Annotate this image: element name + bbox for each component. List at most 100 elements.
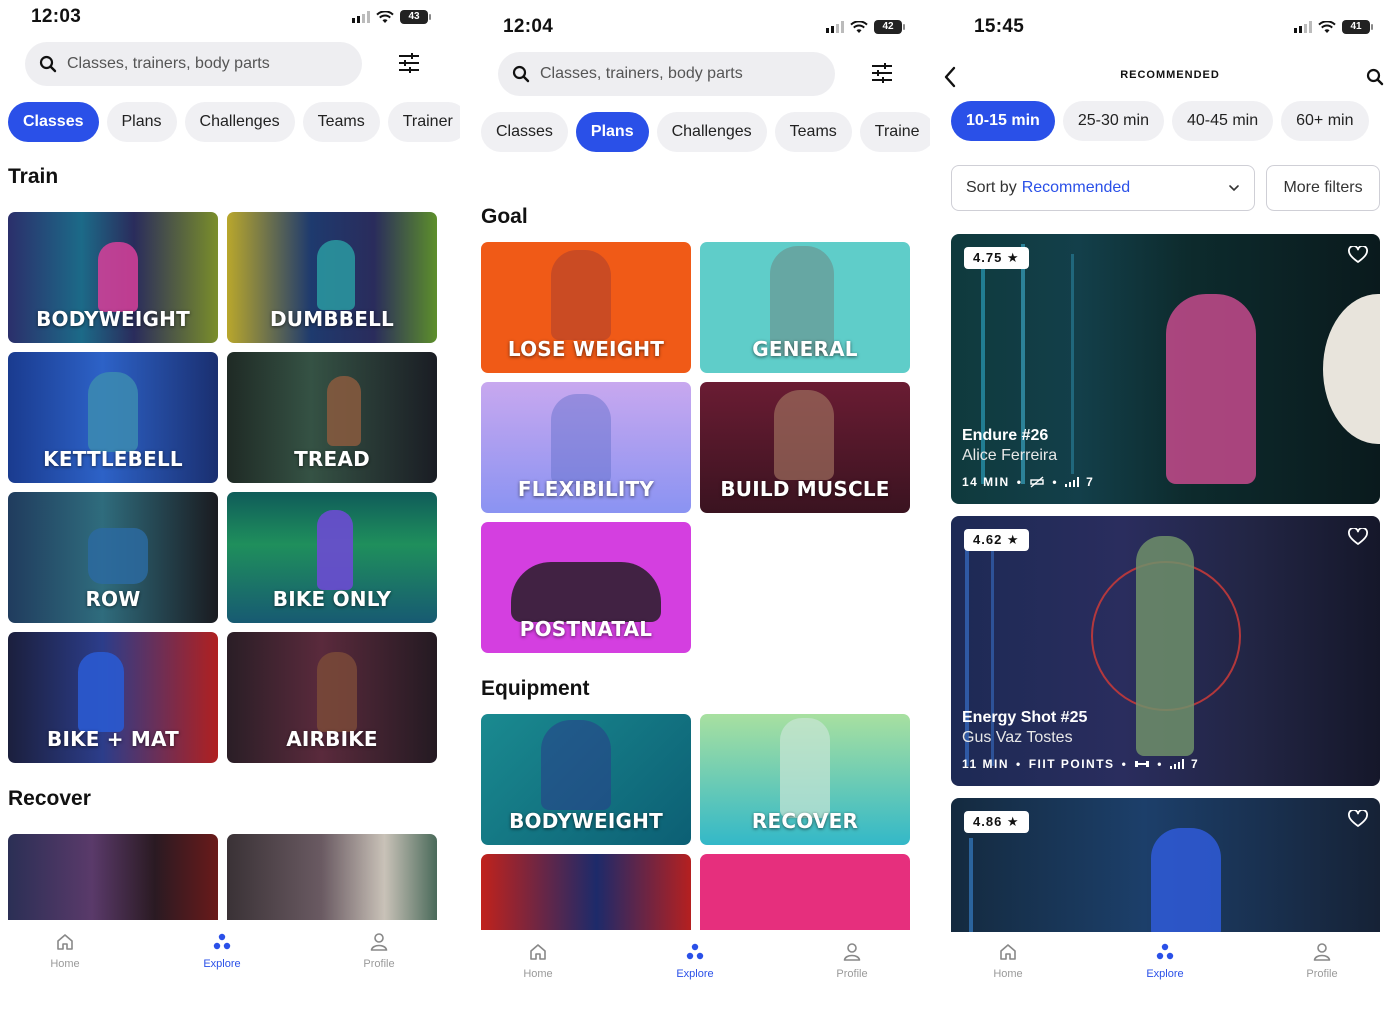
section-title-equipment: Equipment <box>481 677 590 700</box>
nav-home-label: Home <box>523 968 553 980</box>
status-time: 15:45 <box>974 16 1025 37</box>
tile-airbike[interactable]: AIRBIKE <box>227 632 437 763</box>
tile-build-muscle[interactable]: BUILD MUSCLE <box>700 382 910 513</box>
search-input[interactable]: Classes, trainers, body parts <box>25 42 362 86</box>
chip-plans[interactable]: Plans <box>575 112 649 152</box>
category-chips: Classes Plans Challenges Teams Trainer <box>8 102 460 142</box>
trainer-figure <box>1136 536 1194 756</box>
chip-trainers[interactable]: Traine <box>859 112 930 152</box>
nav-profile[interactable]: Profile <box>812 942 892 980</box>
sort-value: Recommended <box>1021 179 1131 196</box>
chip-25-30-min[interactable]: 25-30 min <box>1062 101 1164 141</box>
tile-label: BUILD MUSCLE <box>720 477 890 501</box>
tile-general[interactable]: GENERAL <box>700 242 910 373</box>
explore-icon <box>213 933 231 950</box>
search-input[interactable]: Classes, trainers, body parts <box>498 52 835 96</box>
category-chips: Classes Plans Challenges Teams Traine <box>481 112 930 152</box>
nav-home[interactable]: Home <box>968 942 1048 980</box>
nav-explore[interactable]: Explore <box>182 932 262 970</box>
tile-recover-2[interactable] <box>227 834 437 920</box>
fiit-points: FIIT POINTS <box>1028 757 1115 771</box>
profile-icon <box>843 943 861 961</box>
filter-sliders-icon[interactable] <box>869 60 895 86</box>
home-icon <box>1000 944 1016 960</box>
tile-recover[interactable]: RECOVER <box>700 714 910 845</box>
chip-challenges[interactable]: Challenges <box>184 102 295 142</box>
chip-trainers[interactable]: Trainer <box>387 102 460 142</box>
heart-icon[interactable] <box>1348 528 1368 546</box>
duration-chips: 10-15 min 25-30 min 40-45 min 60+ min <box>951 101 1400 141</box>
more-filters-button[interactable]: More filters <box>1266 165 1380 211</box>
tile-label: LOSE WEIGHT <box>507 337 665 361</box>
section-title-train: Train <box>8 165 59 188</box>
chip-10-15-min[interactable]: 10-15 min <box>951 101 1055 141</box>
class-level: 7 <box>1190 757 1200 771</box>
battery-icon: 42 <box>874 20 905 34</box>
chip-teams[interactable]: Teams <box>302 102 380 142</box>
page-title: RECOMMENDED <box>1120 69 1220 81</box>
dumbbell-icon <box>1135 761 1150 767</box>
tile-equipment-3[interactable] <box>481 854 691 930</box>
chip-teams[interactable]: Teams <box>774 112 852 152</box>
tile-row[interactable]: ROW <box>8 492 218 623</box>
nav-profile[interactable]: Profile <box>339 932 419 970</box>
header: RECOMMENDED <box>940 62 1400 92</box>
nav-profile[interactable]: Profile <box>1282 942 1362 980</box>
heart-icon[interactable] <box>1348 246 1368 264</box>
tile-postnatal[interactable]: POSTNATAL <box>481 522 691 653</box>
nav-explore-label: Explore <box>676 968 714 980</box>
sort-dropdown[interactable]: Sort by Recommended <box>951 165 1255 211</box>
status-time: 12:04 <box>503 16 554 37</box>
chip-challenges[interactable]: Challenges <box>656 112 767 152</box>
tile-label: RECOVER <box>751 809 859 833</box>
tile-bike-only[interactable]: BIKE ONLY <box>227 492 437 623</box>
nav-profile-label: Profile <box>836 968 868 980</box>
class-card[interactable]: 4.75 ★ Endure #26 Alice Ferreira 14 MIN … <box>951 234 1380 504</box>
tile-label: BIKE + MAT <box>47 727 179 751</box>
rating-badge: 4.62 ★ <box>964 529 1029 551</box>
status-bar: 15:45 41 <box>940 16 1400 46</box>
chip-classes[interactable]: Classes <box>8 102 99 142</box>
bottom-nav: Home Explore Profile <box>0 920 460 1023</box>
class-name: Energy Shot #25 <box>962 709 1088 726</box>
class-duration: 11 MIN <box>962 757 1010 771</box>
nav-home[interactable]: Home <box>498 942 578 980</box>
class-meta: 11 MIN • FIIT POINTS • • 7 <box>962 757 1200 771</box>
search-placeholder: Classes, trainers, body parts <box>540 65 743 82</box>
home-icon <box>530 944 546 960</box>
tile-flexibility[interactable]: FLEXIBILITY <box>481 382 691 513</box>
chip-classes[interactable]: Classes <box>481 112 568 152</box>
chip-60-plus-min[interactable]: 60+ min <box>1281 101 1369 141</box>
search-icon[interactable] <box>1366 68 1384 86</box>
tile-label: DUMBBELL <box>270 307 394 331</box>
tile-label: ROW <box>85 587 141 611</box>
filter-sliders-icon[interactable] <box>396 50 422 76</box>
search-placeholder: Classes, trainers, body parts <box>67 55 270 72</box>
tile-kettlebell[interactable]: KETTLEBELL <box>8 352 218 483</box>
chip-40-45-min[interactable]: 40-45 min <box>1171 101 1274 141</box>
screen-explore-plans: 12:04 42 Classes, trainers, body parts C… <box>473 0 930 1023</box>
tile-lose-weight[interactable]: LOSE WEIGHT <box>481 242 691 373</box>
profile-icon <box>370 933 388 951</box>
rating-badge: 4.75 ★ <box>964 247 1029 269</box>
explore-icon <box>1156 943 1174 960</box>
cellular-signal-icon <box>826 21 844 33</box>
class-card[interactable]: 4.62 ★ Energy Shot #25 Gus Vaz Tostes 11… <box>951 516 1380 786</box>
nav-home-label: Home <box>993 968 1023 980</box>
nav-explore[interactable]: Explore <box>655 942 735 980</box>
nav-home[interactable]: Home <box>25 932 105 970</box>
tile-recover-1[interactable] <box>8 834 218 920</box>
tile-dumbbell[interactable]: DUMBBELL <box>227 212 437 343</box>
tile-bodyweight[interactable]: BODYWEIGHT <box>8 212 218 343</box>
tile-equipment-4[interactable] <box>700 854 910 930</box>
tile-bike-mat[interactable]: BIKE + MAT <box>8 632 218 763</box>
nav-explore[interactable]: Explore <box>1125 942 1205 980</box>
chip-plans[interactable]: Plans <box>106 102 177 142</box>
class-level: 7 <box>1086 475 1095 489</box>
nav-explore-label: Explore <box>1146 968 1184 980</box>
tile-tread[interactable]: TREAD <box>227 352 437 483</box>
class-duration: 14 MIN <box>962 475 1010 489</box>
tile-bodyweight[interactable]: BODYWEIGHT <box>481 714 691 845</box>
heart-icon[interactable] <box>1348 810 1368 828</box>
class-card[interactable]: 4.86 ★ <box>951 798 1380 932</box>
